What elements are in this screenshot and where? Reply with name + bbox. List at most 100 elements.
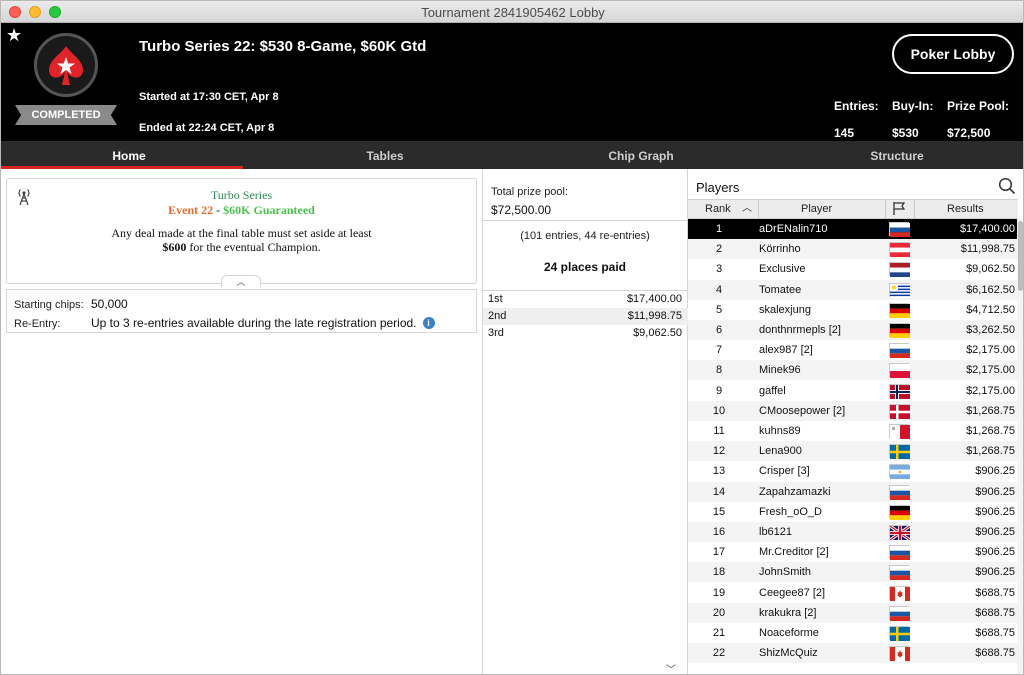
netherlands-flag-icon bbox=[889, 262, 910, 278]
end-time: Ended at 22:24 CET, Apr 8 bbox=[139, 122, 275, 134]
player-row[interactable]: 19 Ceegee87 [2] $688.75 bbox=[688, 583, 1018, 603]
favorite-star-icon[interactable]: ★ bbox=[6, 25, 22, 46]
player-name: Crisper [3] bbox=[759, 465, 810, 478]
player-row[interactable]: 20 krakukra [2] $688.75 bbox=[688, 602, 1018, 623]
player-row[interactable]: 15 Fresh_oO_D $906.25 bbox=[688, 502, 1018, 522]
player-result: $4,712.50 bbox=[966, 303, 1015, 316]
buyin-value: $530 bbox=[892, 126, 919, 140]
tab-bar: Home Tables Chip Graph Structure bbox=[1, 141, 1023, 169]
player-row[interactable]: 11 kuhns89 $1,268.75 bbox=[688, 421, 1018, 441]
player-rank: 20 bbox=[712, 606, 726, 619]
player-name: alex987 [2] bbox=[759, 344, 813, 357]
payout-place: 2nd bbox=[488, 310, 507, 322]
player-row[interactable]: 2 Körrinho $11,998.75 bbox=[688, 239, 1018, 260]
sort-ascending-icon[interactable]: ︿ bbox=[742, 200, 752, 218]
column-divider bbox=[914, 200, 915, 218]
player-row[interactable]: 12 Lena900 $1,268.75 bbox=[688, 441, 1018, 462]
player-name: Tomatee bbox=[759, 283, 802, 296]
russia-flag-icon bbox=[889, 565, 910, 581]
payout-amount: $17,400.00 bbox=[626, 293, 682, 305]
player-result: $688.75 bbox=[975, 606, 1015, 619]
player-name: Mr.Creditor [2] bbox=[759, 546, 829, 559]
player-rank: 5 bbox=[715, 303, 723, 316]
scroll-down-chevron-icon[interactable]: ﹀ bbox=[666, 661, 676, 674]
poker-lobby-button[interactable]: Poker Lobby bbox=[892, 34, 1014, 74]
player-result: $17,400.00 bbox=[959, 223, 1015, 235]
players-title: Players bbox=[696, 180, 740, 195]
payout-place: 3rd bbox=[488, 327, 504, 339]
player-name: Ceegee87 [2] bbox=[759, 586, 826, 599]
player-rank: 7 bbox=[715, 344, 723, 357]
player-row[interactable]: 4 Tomatee $6,162.50 bbox=[688, 279, 1018, 300]
player-row[interactable]: 14 Zapahzamazki $906.25 bbox=[688, 481, 1018, 502]
collapse-chevron-up-icon[interactable]: ︿ bbox=[221, 275, 261, 287]
player-row[interactable]: 9 gaffel $2,175.00 bbox=[688, 381, 1018, 401]
reentry-label: Re-Entry: bbox=[14, 318, 61, 330]
payout-row: 1st $17,400.00 bbox=[483, 291, 688, 308]
player-name: krakukra [2] bbox=[759, 606, 817, 619]
tab-structure[interactable]: Structure bbox=[769, 141, 1023, 169]
player-row[interactable]: 10 CMoosepower [2] $1,268.75 bbox=[688, 400, 1018, 421]
player-result: $2,175.00 bbox=[966, 384, 1015, 397]
player-name: aDrENalin710 bbox=[759, 223, 828, 235]
player-name: Noaceforme bbox=[759, 627, 819, 639]
player-rank: 2 bbox=[715, 243, 723, 256]
player-rank: 22 bbox=[712, 647, 726, 660]
player-column-header[interactable]: Player bbox=[801, 200, 832, 218]
info-icon[interactable]: i bbox=[422, 317, 435, 329]
player-row[interactable]: 16 lb6121 $906.25 bbox=[688, 522, 1018, 542]
player-row[interactable]: 17 Mr.Creditor [2] $906.25 bbox=[688, 542, 1018, 562]
places-paid: 24 places paid bbox=[543, 260, 627, 274]
starting-chips-value: 50,000 bbox=[91, 297, 128, 311]
player-rank: 4 bbox=[715, 283, 723, 296]
tab-home[interactable]: Home bbox=[1, 141, 257, 169]
player-row[interactable]: 18 JohnSmith $906.25 bbox=[688, 562, 1018, 583]
player-rank: 12 bbox=[712, 445, 726, 458]
malta-flag-icon bbox=[889, 424, 910, 439]
start-time: Started at 17:30 CET, Apr 8 bbox=[139, 91, 279, 103]
player-result: $2,175.00 bbox=[966, 344, 1015, 357]
deal-rule-amount: $600 bbox=[162, 240, 187, 254]
player-result: $6,162.50 bbox=[966, 283, 1015, 296]
scrollbar-thumb[interactable] bbox=[1018, 221, 1023, 291]
player-result: $688.75 bbox=[975, 627, 1015, 639]
starting-chips-label: Starting chips: bbox=[14, 299, 84, 311]
russia-flag-icon bbox=[889, 222, 910, 237]
entries-label: Entries: bbox=[834, 99, 879, 113]
player-row[interactable]: 5 skalexjung $4,712.50 bbox=[688, 300, 1018, 320]
entries-value: 145 bbox=[834, 126, 855, 140]
player-row[interactable]: 13 Crisper [3] $906.25 bbox=[688, 461, 1018, 481]
russia-flag-icon bbox=[889, 484, 910, 500]
players-scrollbar[interactable] bbox=[1017, 219, 1023, 674]
tab-tables[interactable]: Tables bbox=[257, 141, 513, 169]
player-rank: 3 bbox=[715, 263, 723, 276]
search-icon[interactable] bbox=[998, 177, 1016, 200]
player-rank: 6 bbox=[715, 324, 723, 336]
player-row[interactable]: 6 donthnrmepls [2] $3,262.50 bbox=[688, 320, 1018, 340]
player-row[interactable]: 1 aDrENalin710 $17,400.00 bbox=[688, 219, 1018, 239]
player-result: $3,262.50 bbox=[966, 324, 1015, 336]
flag-column-icon[interactable] bbox=[892, 201, 906, 219]
player-row[interactable]: 22 ShizMcQuiz $688.75 bbox=[688, 643, 1018, 664]
series-name: Turbo Series bbox=[210, 188, 273, 202]
column-divider bbox=[758, 200, 759, 218]
player-row[interactable]: 7 alex987 [2] $2,175.00 bbox=[688, 340, 1018, 360]
player-rank: 13 bbox=[712, 465, 726, 478]
player-result: $906.25 bbox=[975, 505, 1015, 518]
player-rank: 18 bbox=[712, 566, 726, 579]
player-name: skalexjung bbox=[759, 303, 811, 316]
sweden-flag-icon bbox=[889, 626, 910, 641]
player-row[interactable]: 8 Minek96 $2,175.00 bbox=[688, 360, 1018, 381]
player-result: $2,175.00 bbox=[966, 364, 1015, 377]
results-column-header[interactable]: Results bbox=[947, 200, 984, 218]
russia-flag-icon bbox=[889, 545, 910, 561]
payout-amount: $9,062.50 bbox=[633, 327, 682, 339]
column-divider bbox=[885, 200, 886, 218]
payout-amount: $11,998.75 bbox=[627, 310, 682, 322]
player-row[interactable]: 21 Noaceforme $688.75 bbox=[688, 623, 1018, 643]
deal-rule-line2: for the eventual Champion. bbox=[186, 240, 321, 254]
rank-column-header[interactable]: Rank bbox=[705, 200, 731, 218]
austria-flag-icon bbox=[889, 242, 910, 258]
tab-chip-graph[interactable]: Chip Graph bbox=[513, 141, 769, 169]
player-row[interactable]: 3 Exclusive $9,062.50 bbox=[688, 259, 1018, 279]
